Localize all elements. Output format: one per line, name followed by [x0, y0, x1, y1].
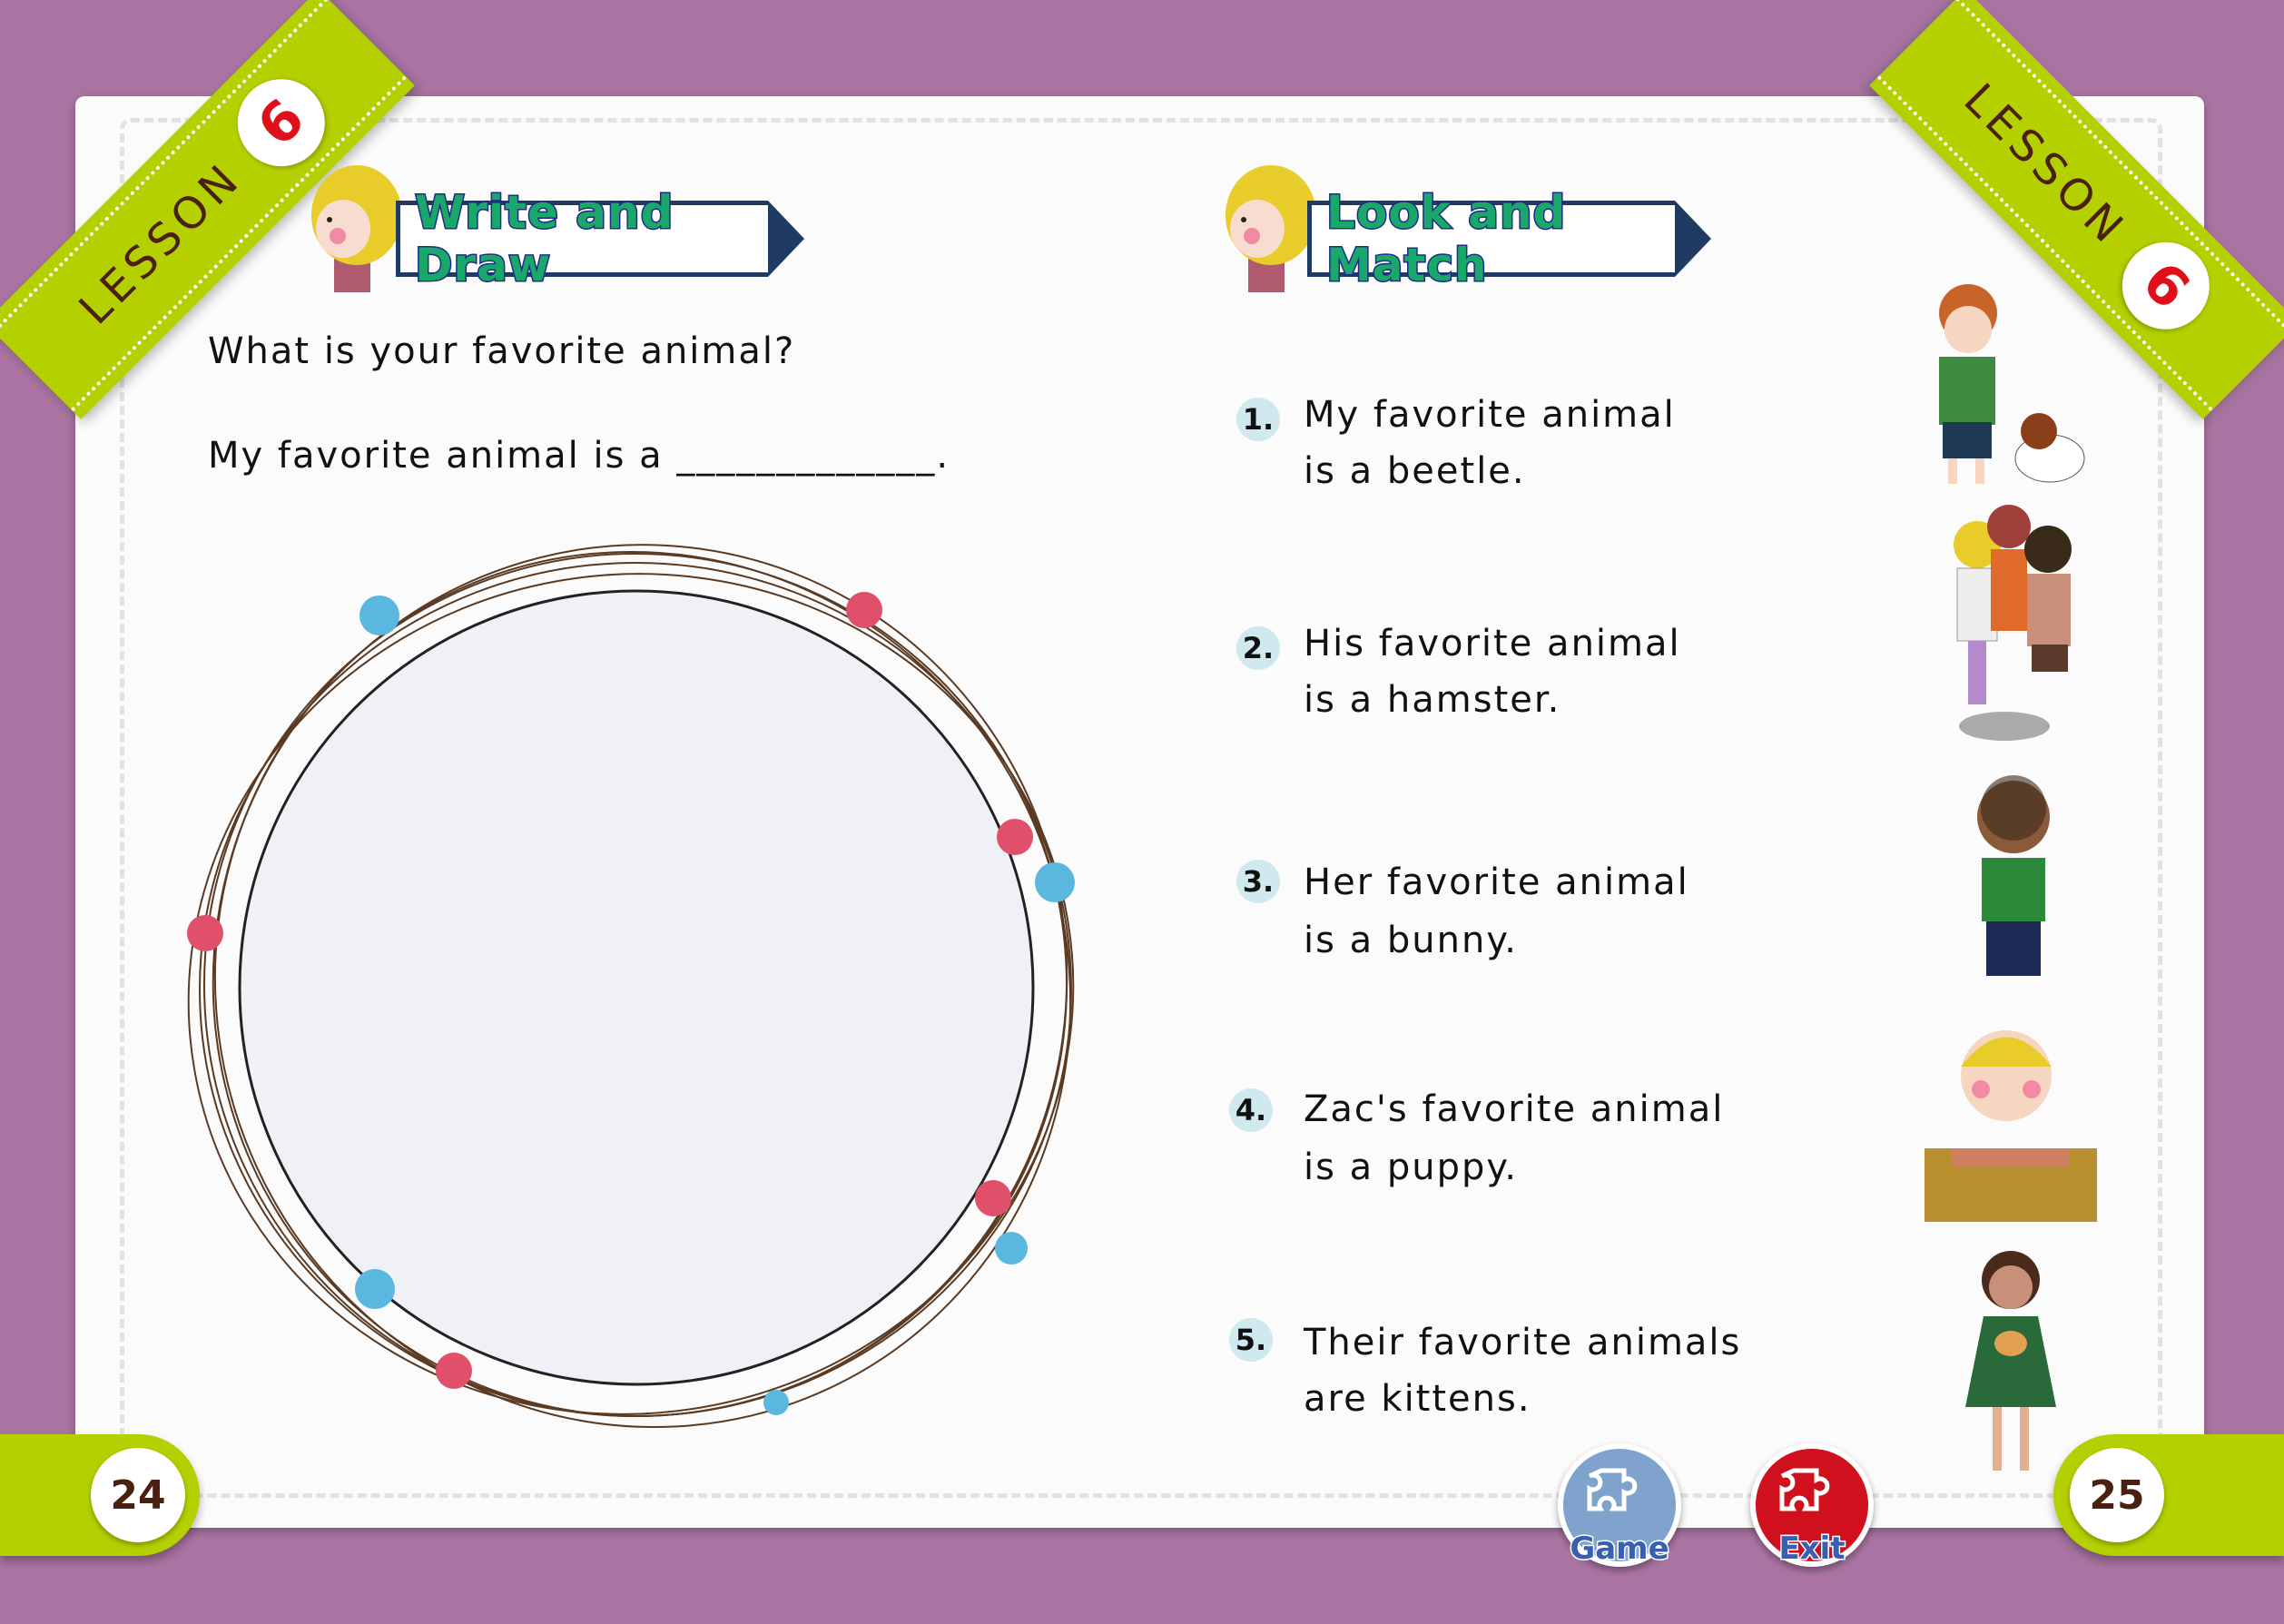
item-line1: Zac's favorite animal [1304, 1088, 1725, 1130]
answer-prompt[interactable]: My favorite animal is a _____________. [208, 428, 950, 484]
item-line2: is a beetle. [1304, 450, 1526, 492]
girl-mascot-icon [311, 165, 402, 292]
item-number: 2. [1236, 626, 1280, 670]
picture-boy-with-beetle[interactable] [1959, 772, 2068, 989]
item-line1: Her favorite animal [1304, 861, 1689, 903]
section-banner-look-match: Look and Match [1307, 185, 1711, 293]
girl-mascot-icon [1226, 165, 1316, 292]
page-number-right: 25 [2070, 1448, 2164, 1542]
section-title: Look and Match [1325, 185, 1567, 293]
picture-boy-with-hamster[interactable] [1925, 1017, 2097, 1222]
lesson-number: 6 [2103, 223, 2228, 348]
item-line1: His favorite animal [1304, 623, 1681, 664]
page-number-left: 24 [91, 1448, 185, 1542]
item-line2: is a bunny. [1304, 920, 1519, 961]
item-number: 4. [1229, 1088, 1273, 1132]
puzzle-icon [1587, 1468, 1638, 1511]
drawing-circle-frame[interactable] [145, 508, 1108, 1434]
item-line1: Their favorite animals [1304, 1322, 1742, 1363]
item-line2: are kittens. [1304, 1378, 1531, 1420]
item-number: 3. [1236, 860, 1280, 903]
exit-button[interactable]: Exit [1750, 1443, 1874, 1569]
item-number: 5. [1229, 1318, 1273, 1362]
item-number: 1. [1236, 398, 1280, 441]
item-line2: is a hamster. [1304, 679, 1561, 721]
picture-girl-with-bunny[interactable] [1961, 1244, 2061, 1480]
game-button[interactable]: Game [1558, 1443, 1681, 1569]
section-banner-write-draw: Write and Draw [396, 185, 804, 293]
puzzle-icon [1779, 1468, 1830, 1511]
item-line2: is a puppy. [1304, 1147, 1519, 1188]
item-line1: My favorite animal [1304, 394, 1676, 436]
picture-children-with-kittens[interactable] [1941, 499, 2086, 767]
picture-boy-with-puppy[interactable] [1923, 277, 2095, 490]
section-title: Write and Draw [414, 185, 674, 293]
question-text: What is your favorite animal? [208, 330, 796, 372]
drawing-area [238, 589, 1035, 1386]
